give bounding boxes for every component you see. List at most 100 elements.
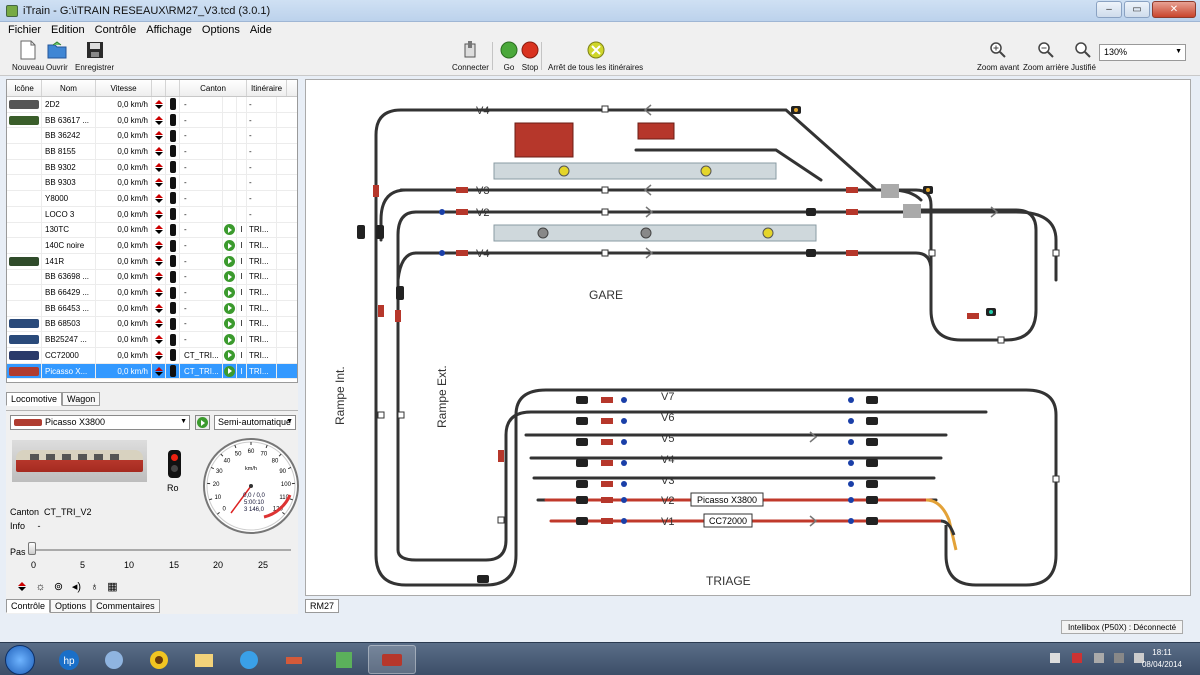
clock[interactable]: 18:11 08/04/2014 — [1142, 647, 1182, 671]
table-row[interactable]: Picasso X... 0,0 km/h CT_TRI... I TRI... — [7, 363, 297, 380]
table-row[interactable]: BB 8155 0,0 km/h - - — [7, 144, 297, 160]
network-tray-icon[interactable] — [1114, 653, 1124, 663]
menu-fichier[interactable]: Fichier — [8, 24, 41, 36]
menu-affichage[interactable]: Affichage — [146, 24, 192, 36]
tab-commentaires[interactable]: Commentaires — [91, 599, 160, 613]
direction-icon[interactable] — [152, 159, 166, 175]
media-taskbar-icon[interactable] — [90, 645, 138, 674]
direction-icon[interactable] — [152, 300, 166, 316]
header-signal[interactable] — [166, 80, 180, 96]
zoom-select[interactable]: 130% ▼ — [1099, 44, 1186, 61]
app2-taskbar-icon[interactable] — [320, 645, 368, 674]
minimize-button[interactable]: – — [1096, 1, 1122, 18]
menu-options[interactable]: Options — [202, 24, 240, 36]
play-icon[interactable] — [223, 222, 237, 238]
grid-icon[interactable]: ▦ — [107, 581, 118, 593]
flag-tray-icon[interactable] — [1050, 653, 1060, 663]
direction-icon[interactable] — [152, 144, 166, 159]
direction-icon[interactable] — [152, 206, 166, 222]
table-row[interactable]: CC72000 0,0 km/h CT_TRI... I TRI... — [7, 348, 297, 364]
bulb-icon[interactable]: ♁ — [89, 581, 100, 593]
header-canton[interactable]: Canton — [180, 80, 247, 96]
direction-icon[interactable] — [152, 253, 166, 269]
connecter-button[interactable]: Connecter — [452, 40, 489, 72]
play-icon[interactable] — [223, 206, 237, 222]
close-button[interactable]: ✕ — [1152, 1, 1196, 18]
tab-layout-rm27[interactable]: RM27 — [305, 599, 340, 613]
table-row[interactable]: 130TC 0,0 km/h - I TRI... — [7, 222, 297, 239]
direction-icon[interactable] — [16, 581, 27, 592]
table-row[interactable]: BB 9302 0,0 km/h - - — [7, 159, 297, 176]
light-icon[interactable]: ☼ — [35, 581, 46, 593]
tab-options[interactable]: Options — [50, 599, 92, 613]
play-icon[interactable] — [223, 144, 237, 159]
app-taskbar-icon[interactable] — [270, 645, 318, 674]
speed-slider-track[interactable] — [29, 549, 291, 551]
table-row[interactable]: BB25247 ... 0,0 km/h - I TRI... — [7, 332, 297, 348]
tab-locomotive[interactable]: Locomotive — [6, 392, 63, 406]
play-icon[interactable] — [223, 269, 237, 285]
play-icon[interactable] — [223, 300, 237, 316]
play-icon[interactable] — [223, 238, 237, 253]
header-direction[interactable] — [152, 80, 166, 96]
table-row[interactable]: LOCO 3 0,0 km/h - - — [7, 206, 297, 223]
ouvrir-button[interactable]: Ouvrir — [46, 40, 68, 72]
table-row[interactable]: BB 63698 ... 0,0 km/h - I TRI... — [7, 269, 297, 286]
play-icon[interactable] — [223, 112, 237, 128]
direction-icon[interactable] — [152, 112, 166, 128]
sound-icon[interactable]: ◂) — [71, 581, 82, 593]
track-diagram[interactable]: Picasso X3800 CC72000 V4 V3 V2 V4 GARE R… — [306, 80, 1190, 595]
direction-icon[interactable] — [152, 332, 166, 347]
loco-select[interactable]: Picasso X3800 ▼ — [10, 415, 190, 430]
table-row[interactable]: BB 68503 0,0 km/h - I TRI... — [7, 316, 297, 333]
play-icon[interactable] — [223, 363, 237, 379]
table-row[interactable]: BB 63617 ... 0,0 km/h - - — [7, 112, 297, 129]
table-row[interactable]: 2D2 0,0 km/h - - — [7, 97, 297, 113]
menu-aide[interactable]: Aide — [250, 24, 272, 36]
play-icon[interactable] — [223, 332, 237, 347]
track-layout-canvas[interactable]: Picasso X3800 CC72000 V4 V3 V2 V4 GARE R… — [305, 79, 1191, 596]
direction-icon[interactable] — [152, 222, 166, 238]
mode-select[interactable]: Semi-automatique ▼ — [214, 415, 296, 430]
table-row[interactable]: BB 36242 0,0 km/h - - — [7, 128, 297, 145]
start-route-button[interactable] — [195, 415, 210, 430]
arret-itineraires-button[interactable]: Arrêt de tous les itinéraires — [548, 40, 643, 72]
table-row[interactable]: Y8000 0,0 km/h - - — [7, 191, 297, 207]
stop-button[interactable]: Stop — [520, 40, 540, 72]
itrain-taskbar-icon[interactable] — [368, 645, 416, 674]
direction-icon[interactable] — [152, 363, 166, 379]
table-row[interactable]: 140C noire 0,0 km/h - I TRI... — [7, 238, 297, 254]
zoom-arriere-button[interactable]: Zoom arrière — [1023, 40, 1069, 72]
zoom-avant-button[interactable]: Zoom avant — [977, 40, 1019, 72]
play-icon[interactable] — [223, 285, 237, 300]
direction-icon[interactable] — [152, 191, 166, 206]
table-row[interactable]: BB 66453 ... 0,0 km/h - I TRI... — [7, 300, 297, 317]
justifie-button[interactable]: Justifié — [1071, 40, 1096, 72]
sunflower-taskbar-icon[interactable] — [135, 645, 183, 674]
menu-edition[interactable]: Edition — [51, 24, 85, 36]
nouveau-button[interactable]: Nouveau — [12, 40, 44, 72]
speed-slider-handle[interactable] — [28, 542, 36, 555]
function-icon[interactable]: ⊚ — [53, 581, 64, 593]
explorer-taskbar-icon[interactable] — [180, 645, 228, 674]
play-icon[interactable] — [223, 97, 237, 112]
header-nom[interactable]: Nom — [42, 80, 96, 96]
direction-icon[interactable] — [152, 175, 166, 191]
tab-wagon[interactable]: Wagon — [62, 392, 101, 406]
play-icon[interactable] — [223, 348, 237, 363]
maximize-button[interactable]: ▭ — [1124, 1, 1150, 18]
direction-icon[interactable] — [152, 316, 166, 332]
start-button[interactable] — [5, 645, 35, 675]
play-icon[interactable] — [223, 316, 237, 332]
play-icon[interactable] — [223, 253, 237, 269]
play-icon[interactable] — [223, 159, 237, 175]
ie-taskbar-icon[interactable] — [225, 645, 273, 674]
menu-controle[interactable]: Contrôle — [95, 24, 137, 36]
direction-icon[interactable] — [152, 238, 166, 253]
go-button[interactable]: Go — [499, 40, 519, 72]
battery-tray-icon[interactable] — [1094, 653, 1104, 663]
tab-controle[interactable]: Contrôle — [6, 599, 51, 613]
header-itineraire[interactable]: Itinéraire — [247, 80, 287, 96]
direction-icon[interactable] — [152, 285, 166, 300]
enregistrer-button[interactable]: Enregistrer — [75, 40, 114, 72]
